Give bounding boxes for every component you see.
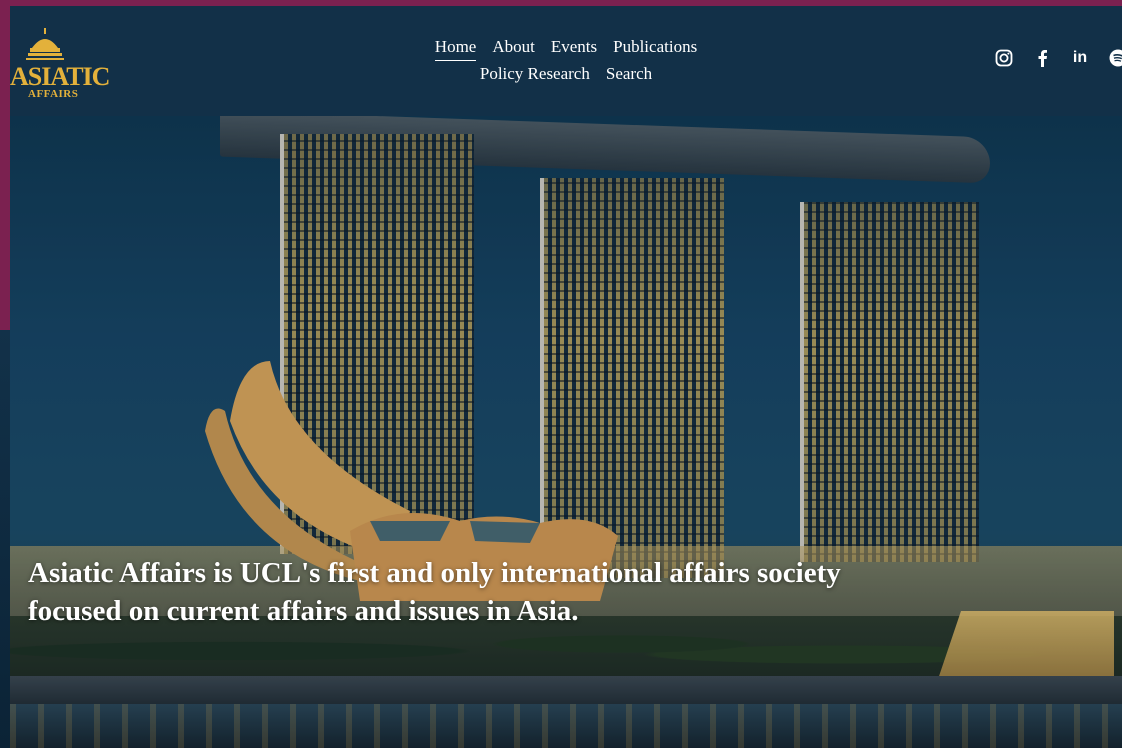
nav-item-search[interactable]: Search [606, 61, 652, 87]
nav-row-primary: Home About Events Publications [10, 34, 1122, 61]
linkedin-icon-glyph: in [1072, 49, 1088, 66]
instagram-icon[interactable] [994, 48, 1014, 68]
nav-item-publications[interactable]: Publications [613, 34, 697, 61]
hero-banner [10, 116, 1122, 748]
main-navigation: Home About Events Publications Policy Re… [10, 34, 1122, 87]
nav-item-policy-research[interactable]: Policy Research [480, 61, 590, 87]
nav-item-home[interactable]: Home [434, 34, 477, 61]
linkedin-icon[interactable]: in [1070, 48, 1090, 68]
page-frame: ASIATIC AFFAIRS Home About Events Public… [10, 6, 1122, 748]
hero-overlay [10, 116, 1122, 748]
nav-item-events[interactable]: Events [551, 34, 597, 61]
social-links: in [994, 48, 1122, 68]
spotify-icon[interactable] [1108, 48, 1122, 68]
nav-item-about[interactable]: About [492, 34, 535, 61]
facebook-icon[interactable] [1032, 48, 1052, 68]
hero-tagline: Asiatic Affairs is UCL's first and only … [28, 557, 841, 627]
site-header: ASIATIC AFFAIRS Home About Events Public… [10, 6, 1122, 116]
left-accent-strip [0, 330, 10, 748]
logo-subtitle: AFFAIRS [28, 88, 79, 100]
nav-row-secondary: Policy Research Search [10, 61, 1122, 87]
